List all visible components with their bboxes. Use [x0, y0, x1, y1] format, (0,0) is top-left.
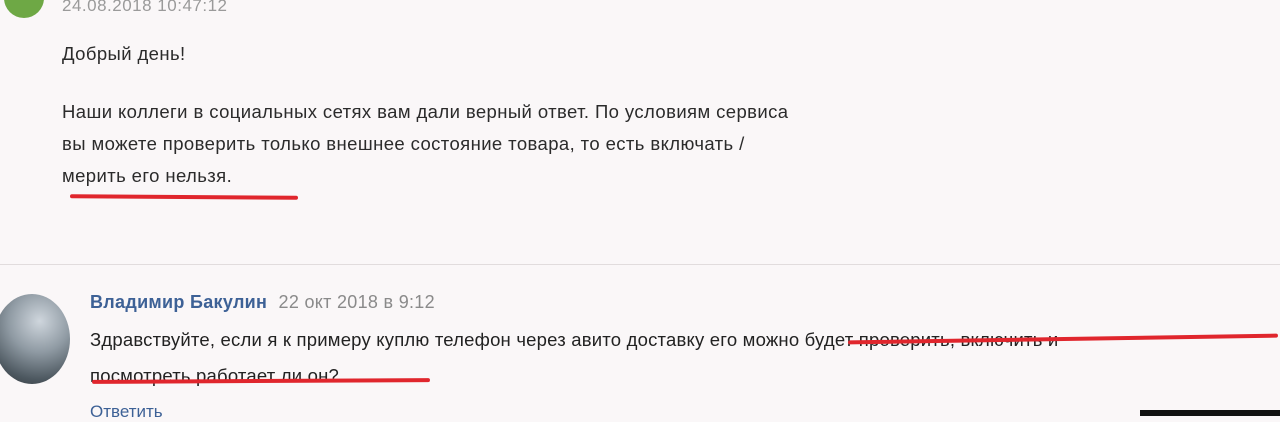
message-line: вы можете проверить только внешнее состо…: [62, 133, 745, 154]
red-underline-annotation: [69, 194, 299, 200]
reply-link[interactable]: Ответить: [90, 402, 163, 422]
comment-divider: [0, 264, 1280, 265]
user-avatar[interactable]: [0, 294, 70, 384]
message-greeting: Добрый день!: [62, 43, 186, 64]
comment-header: Владимир Бакулин 22 окт 2018 в 9:12: [90, 292, 435, 313]
message-line: мерить его нельзя.: [62, 165, 233, 186]
message-timestamp: 24.08.2018 10:47:12: [62, 0, 228, 15]
message-line: Наши коллеги в социальных сетях вам дали…: [62, 101, 789, 122]
comment-date[interactable]: 22 окт 2018 в 9:12: [279, 292, 435, 312]
video-frame-artifact: [1140, 410, 1280, 416]
comment-author-link[interactable]: Владимир Бакулин: [90, 292, 267, 312]
comment-line: посмотреть работает ли он?: [90, 365, 340, 386]
support-message: Добрый день! Наши коллеги в социальных с…: [62, 38, 942, 192]
comment-body: Здравствуйте, если я к примеру куплю тел…: [90, 322, 1058, 394]
support-avatar[interactable]: [4, 0, 44, 18]
